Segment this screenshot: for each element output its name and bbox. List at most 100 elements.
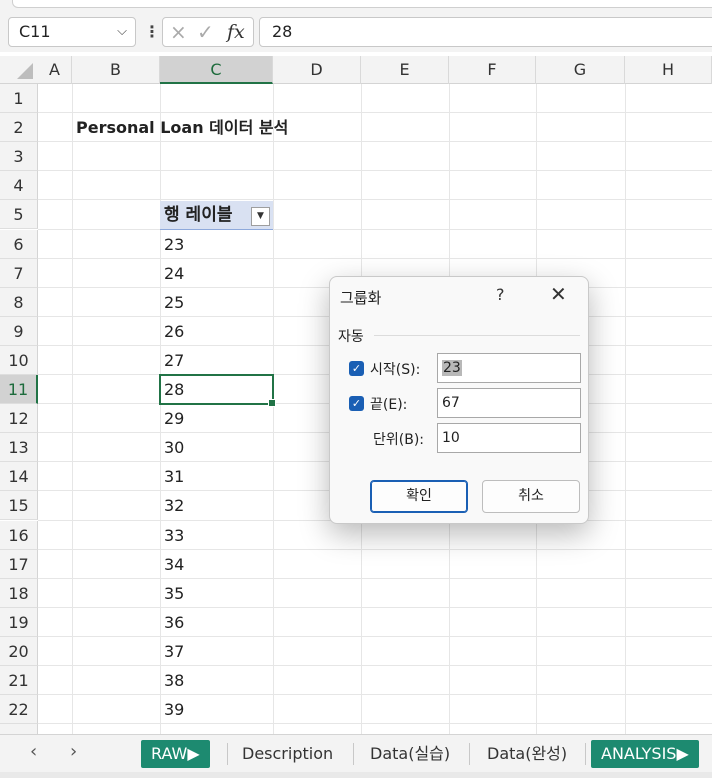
column-header-d[interactable]: D [273, 56, 361, 84]
pivot-value-cell[interactable]: 32 [164, 491, 184, 520]
row-header-12[interactable]: 12 [0, 404, 38, 434]
tab-data-complete[interactable]: Data(완성) [477, 740, 577, 768]
pivot-value-cell[interactable]: 33 [164, 521, 184, 550]
row-header-11[interactable]: 11 [0, 375, 38, 404]
pivot-value-cell[interactable]: 29 [164, 404, 184, 433]
tab-analysis[interactable]: ANALYSIS▶ [591, 740, 699, 768]
pivot-value-cell[interactable]: 25 [164, 288, 184, 317]
pivot-value-cell[interactable]: 23 [164, 230, 184, 259]
tab-data-practice[interactable]: Data(실습) [360, 740, 460, 768]
chevron-left-icon[interactable]: ‹ [30, 741, 37, 762]
end-input[interactable]: 67 [437, 388, 581, 418]
sheet-tab-bar: ‹ › RAW▶ Description Data(실습) Data(완성) A… [0, 734, 712, 772]
pivot-value-cell[interactable]: 26 [164, 317, 184, 346]
cancel-icon[interactable]: × [170, 20, 187, 44]
gridline [38, 257, 712, 259]
row-header-3[interactable]: 3 [0, 142, 38, 172]
help-icon[interactable]: ? [496, 285, 505, 304]
gridline [38, 606, 712, 608]
start-auto-checkbox[interactable]: ✓ [349, 361, 364, 376]
group-divider [374, 335, 580, 336]
row-header-15[interactable]: 15 [0, 491, 38, 521]
row-header-22[interactable]: 22 [0, 695, 38, 725]
pivot-value-cell[interactable]: 30 [164, 433, 184, 462]
pivot-header-label: 행 레이블 [164, 205, 233, 225]
pivot-value-cell[interactable]: 39 [164, 695, 184, 724]
row-header-8[interactable]: 8 [0, 287, 38, 317]
column-header-h[interactable]: H [625, 56, 712, 84]
pivot-value-cell[interactable]: 37 [164, 637, 184, 666]
row-header-17[interactable]: 17 [0, 549, 38, 579]
status-strip [0, 772, 712, 778]
row-header-21[interactable]: 21 [0, 666, 38, 695]
tab-separator [585, 743, 586, 765]
more-icon[interactable]: ⋮ [144, 22, 160, 41]
filter-dropdown-icon[interactable]: ▼ [251, 207, 270, 226]
tab-separator [227, 743, 228, 765]
row-header-5[interactable]: 5 [0, 200, 38, 230]
row-header-1[interactable]: 1 [0, 84, 38, 113]
row-header-6[interactable]: 6 [0, 229, 38, 259]
row-header-14[interactable]: 14 [0, 462, 38, 492]
column-header-e[interactable]: E [361, 56, 449, 84]
gridline [38, 170, 712, 172]
row-header-2[interactable]: 2 [0, 113, 38, 143]
pivot-value-cell[interactable]: 35 [164, 579, 184, 608]
pivot-value-cell[interactable]: 27 [164, 346, 184, 375]
by-label: 단위(B): [373, 432, 425, 448]
end-auto-checkbox[interactable]: ✓ [349, 396, 364, 411]
start-input[interactable]: 23 [437, 353, 581, 383]
start-label: 시작(S): [370, 362, 421, 378]
gridline [38, 694, 712, 696]
row-header-20[interactable]: 20 [0, 636, 38, 666]
top-strip [0, 0, 712, 14]
row-header-19[interactable]: 19 [0, 607, 38, 637]
by-input[interactable]: 10 [437, 423, 581, 453]
cancel-button[interactable]: 취소 [482, 480, 580, 513]
column-headers: ABCDEFGH [0, 56, 712, 84]
active-cell-c11[interactable] [159, 374, 276, 407]
tab-raw[interactable]: RAW▶ [141, 740, 210, 768]
gridline [38, 548, 712, 550]
name-box[interactable]: C11 ⌵ [8, 17, 136, 47]
gridline [38, 112, 712, 114]
gridline [38, 199, 712, 201]
chevron-right-icon[interactable]: › [70, 741, 77, 762]
gridline [38, 665, 712, 666]
column-header-f[interactable]: F [449, 56, 536, 84]
search-box-edge [12, 0, 712, 8]
tab-description[interactable]: Description [232, 740, 343, 768]
formula-buttons: × ✓ fx [162, 17, 254, 47]
ok-button[interactable]: 확인 [370, 480, 468, 513]
select-all-corner[interactable] [0, 56, 38, 84]
tab-separator [353, 743, 354, 765]
column-header-c[interactable]: C [160, 56, 273, 84]
grouping-dialog: 그룹화 ? ✕ 자동 ✓ 시작(S): 23 ✓ 끝(E): 67 단위(B):… [329, 276, 589, 524]
row-header-18[interactable]: 18 [0, 578, 38, 608]
pivot-value-cell[interactable]: 24 [164, 259, 184, 288]
insert-function-icon[interactable]: fx [227, 21, 245, 43]
chevron-down-icon[interactable]: ⌵ [117, 18, 127, 46]
pivot-value-cell[interactable]: 31 [164, 462, 184, 491]
auto-group-label: 자동 [338, 329, 364, 345]
gridline [38, 141, 712, 143]
row-header-7[interactable]: 7 [0, 258, 38, 288]
end-label: 끝(E): [370, 397, 408, 413]
row-header-9[interactable]: 9 [0, 316, 38, 346]
name-box-value: C11 [19, 22, 51, 41]
row-header-partial [0, 724, 38, 734]
formula-input[interactable]: 28 [259, 17, 712, 47]
pivot-value-cell[interactable]: 34 [164, 550, 184, 579]
sheet-title[interactable]: Personal Loan 데이터 분석 [76, 113, 288, 142]
row-header-10[interactable]: 10 [0, 345, 38, 375]
row-header-16[interactable]: 16 [0, 520, 38, 550]
column-header-g[interactable]: G [536, 56, 625, 84]
column-header-b[interactable]: B [72, 56, 160, 84]
enter-icon[interactable]: ✓ [197, 20, 214, 44]
row-header-13[interactable]: 13 [0, 433, 38, 463]
row-header-4[interactable]: 4 [0, 171, 38, 201]
pivot-value-cell[interactable]: 36 [164, 608, 184, 637]
close-icon[interactable]: ✕ [550, 282, 567, 306]
pivot-value-cell[interactable]: 38 [164, 666, 184, 695]
column-header-a[interactable]: A [38, 56, 72, 84]
